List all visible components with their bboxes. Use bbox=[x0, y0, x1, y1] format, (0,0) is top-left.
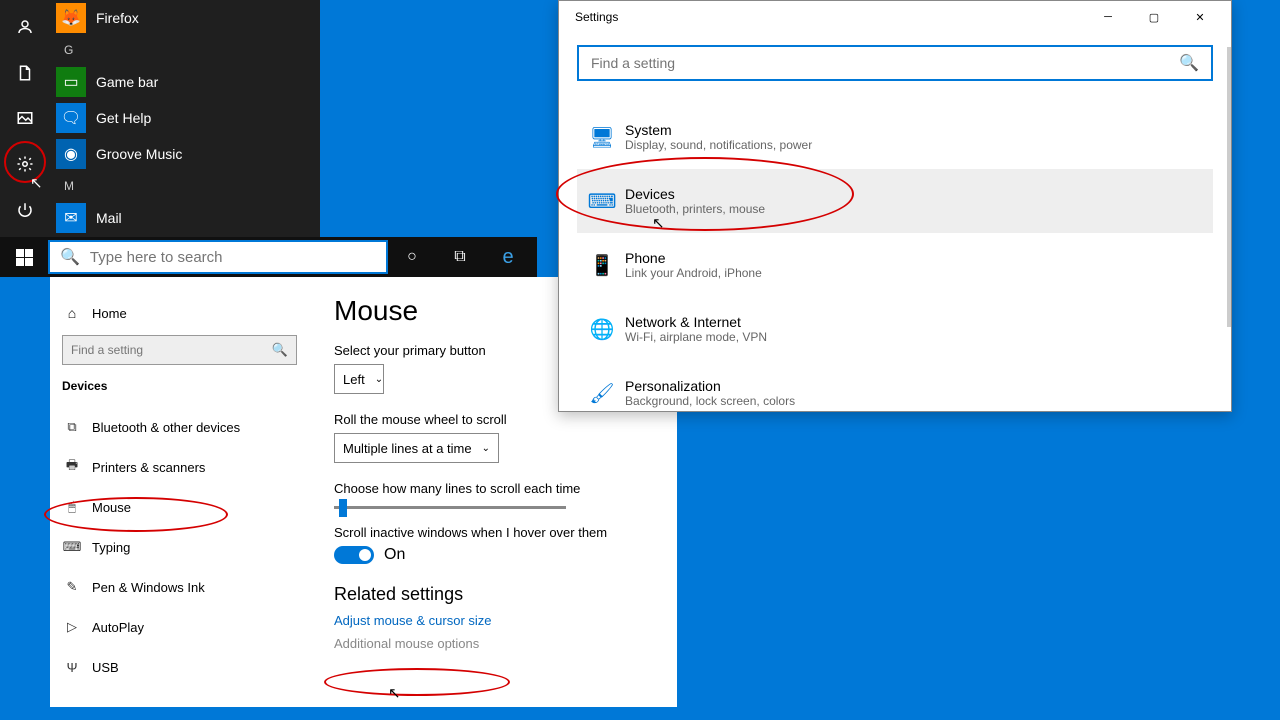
chevron-down-icon: ⌄ bbox=[375, 374, 383, 385]
search-icon: 🔍 bbox=[1179, 53, 1199, 73]
close-button[interactable]: ✕ bbox=[1177, 2, 1223, 32]
start-app-gamebar[interactable]: ▭ Game bar bbox=[50, 64, 320, 100]
primary-button-select[interactable]: Left⌄ bbox=[334, 364, 384, 394]
nav-usb[interactable]: ΨUSB bbox=[62, 647, 308, 687]
nav-pen[interactable]: ✎Pen & Windows Ink bbox=[62, 567, 308, 607]
mouse-nav: ⌂ Home 🔍 Devices ⧉Bluetooth & other devi… bbox=[50, 277, 320, 707]
app-label: Groove Music bbox=[96, 146, 182, 162]
chevron-down-icon: ⌄ bbox=[482, 443, 490, 454]
scrollbar[interactable] bbox=[1227, 47, 1231, 327]
usb-icon: Ψ bbox=[62, 660, 82, 675]
nav-autoplay[interactable]: ▷AutoPlay bbox=[62, 607, 308, 647]
link-additional-mouse[interactable]: Additional mouse options bbox=[334, 636, 657, 651]
cat-devices[interactable]: ⌨ DevicesBluetooth, printers, mouse bbox=[577, 169, 1213, 233]
cat-network[interactable]: 🌐 Network & InternetWi-Fi, airplane mode… bbox=[577, 297, 1213, 361]
start-app-firefox[interactable]: 🦊 Firefox bbox=[50, 0, 320, 36]
bluetooth-icon: ⧉ bbox=[62, 419, 82, 435]
gethelp-icon: 🗨 bbox=[56, 103, 86, 133]
groove-icon: ◉ bbox=[56, 139, 86, 169]
pictures-icon[interactable] bbox=[6, 100, 44, 138]
taskview-icon[interactable]: ⧉ bbox=[436, 237, 484, 277]
settings-body: 🔍 🖥 SystemDisplay, sound, notifications,… bbox=[559, 33, 1231, 425]
minimize-button[interactable]: ─ bbox=[1085, 2, 1131, 32]
taskbar-search[interactable]: 🔍 bbox=[48, 240, 388, 274]
lines-label: Choose how many lines to scroll each tim… bbox=[334, 481, 657, 496]
maximize-button[interactable]: ▢ bbox=[1131, 2, 1177, 32]
nav-find-input[interactable] bbox=[71, 343, 272, 357]
home-icon: ⌂ bbox=[62, 305, 82, 321]
app-label: Mail bbox=[96, 210, 122, 226]
home-label: Home bbox=[92, 306, 127, 321]
start-app-groove[interactable]: ◉ Groove Music bbox=[50, 136, 320, 172]
letter-header[interactable]: G bbox=[50, 36, 320, 64]
app-label: Game bar bbox=[96, 74, 158, 90]
cortana-icon[interactable]: ○ bbox=[388, 237, 436, 277]
related-header: Related settings bbox=[334, 584, 657, 605]
category-list: 🖥 SystemDisplay, sound, notifications, p… bbox=[577, 105, 1213, 425]
cat-system[interactable]: 🖥 SystemDisplay, sound, notifications, p… bbox=[577, 105, 1213, 169]
nav-section: Devices bbox=[62, 379, 308, 393]
app-label: Firefox bbox=[96, 10, 139, 26]
search-icon: 🔍 bbox=[60, 247, 80, 267]
phone-icon: 📱 bbox=[585, 253, 619, 278]
window-controls: ─ ▢ ✕ bbox=[1085, 2, 1223, 32]
link-adjust-cursor[interactable]: Adjust mouse & cursor size bbox=[334, 613, 657, 628]
start-app-mail[interactable]: ✉ Mail bbox=[50, 200, 320, 236]
taskbar: 🔍 ○ ⧉ e bbox=[0, 237, 537, 277]
mail-icon: ✉ bbox=[56, 203, 86, 233]
nav-bluetooth[interactable]: ⧉Bluetooth & other devices bbox=[62, 407, 308, 447]
app-label: Get Help bbox=[96, 110, 151, 126]
personalization-icon: 🖌 bbox=[585, 381, 619, 406]
network-icon: 🌐 bbox=[585, 317, 619, 342]
toggle-knob bbox=[359, 549, 371, 561]
toggle-pill[interactable] bbox=[334, 546, 374, 564]
inactive-label: Scroll inactive windows when I hover ove… bbox=[334, 525, 657, 540]
settings-icon[interactable] bbox=[6, 145, 44, 183]
inactive-toggle[interactable]: On bbox=[334, 546, 657, 564]
nav-printers[interactable]: 🖶Printers & scanners bbox=[62, 447, 308, 487]
settings-search-input[interactable] bbox=[591, 55, 1179, 71]
start-rail bbox=[0, 0, 50, 237]
cat-personalization[interactable]: 🖌 PersonalizationBackground, lock screen… bbox=[577, 361, 1213, 425]
scroll-lines-slider[interactable] bbox=[334, 506, 566, 509]
start-menu: 🦊 Firefox G ▭ Game bar 🗨 Get Help ◉ Groo… bbox=[0, 0, 320, 237]
related-settings: Related settings Adjust mouse & cursor s… bbox=[334, 584, 657, 651]
edge-icon[interactable]: e bbox=[484, 237, 532, 277]
start-app-list: 🦊 Firefox G ▭ Game bar 🗨 Get Help ◉ Groo… bbox=[50, 0, 320, 237]
titlebar: Settings ─ ▢ ✕ bbox=[559, 1, 1231, 33]
devices-icon: ⌨ bbox=[585, 189, 619, 214]
system-icon: 🖥 bbox=[585, 125, 619, 150]
nav-typing[interactable]: ⌨Typing bbox=[62, 527, 308, 567]
nav-mouse[interactable]: 🖱Mouse bbox=[62, 487, 308, 527]
keyboard-icon: ⌨ bbox=[62, 539, 82, 555]
slider-thumb[interactable] bbox=[339, 499, 347, 517]
firefox-icon: 🦊 bbox=[56, 3, 86, 33]
settings-window: Settings ─ ▢ ✕ 🔍 🖥 SystemDisplay, sound,… bbox=[558, 0, 1232, 412]
gamebar-icon: ▭ bbox=[56, 67, 86, 97]
letter-header[interactable]: M bbox=[50, 172, 320, 200]
autoplay-icon: ▷ bbox=[62, 619, 82, 635]
windows-logo-icon bbox=[16, 249, 33, 266]
search-icon: 🔍 bbox=[272, 342, 288, 358]
mouse-icon: 🖱 bbox=[62, 499, 82, 515]
documents-icon[interactable] bbox=[6, 54, 44, 92]
start-button[interactable] bbox=[0, 237, 48, 277]
nav-find-setting[interactable]: 🔍 bbox=[62, 335, 297, 365]
user-icon[interactable] bbox=[6, 8, 44, 46]
start-app-gethelp[interactable]: 🗨 Get Help bbox=[50, 100, 320, 136]
power-icon[interactable] bbox=[6, 191, 44, 229]
printer-icon: 🖶 bbox=[62, 456, 82, 478]
settings-search[interactable]: 🔍 bbox=[577, 45, 1213, 81]
pen-icon: ✎ bbox=[62, 579, 82, 595]
nav-home[interactable]: ⌂ Home bbox=[62, 295, 308, 331]
toggle-state: On bbox=[384, 546, 405, 564]
taskbar-search-input[interactable] bbox=[90, 249, 376, 266]
cat-phone[interactable]: 📱 PhoneLink your Android, iPhone bbox=[577, 233, 1213, 297]
window-title: Settings bbox=[567, 10, 618, 24]
roll-wheel-select[interactable]: Multiple lines at a time⌄ bbox=[334, 433, 499, 463]
